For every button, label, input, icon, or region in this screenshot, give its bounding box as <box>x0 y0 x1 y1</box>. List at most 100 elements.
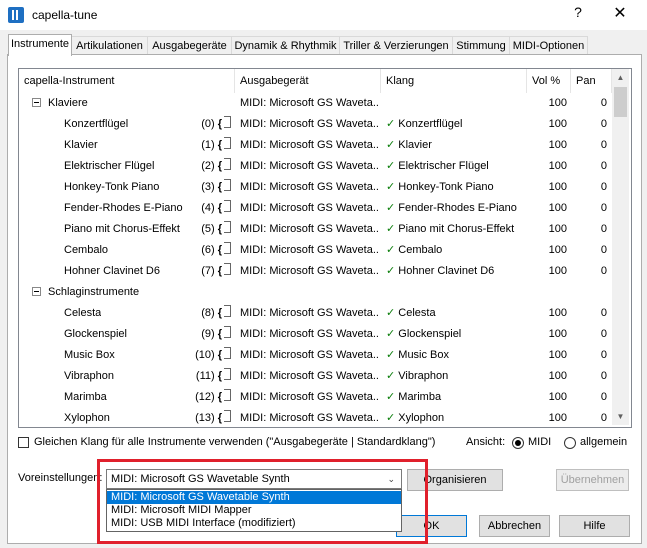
volume-value[interactable]: 100 <box>527 303 567 324</box>
cancel-button[interactable]: Abbrechen <box>479 515 550 537</box>
pan-value[interactable]: 0 <box>571 387 607 408</box>
volume-value[interactable]: 100 <box>527 261 567 282</box>
view-all-radio[interactable] <box>564 437 576 449</box>
scroll-thumb[interactable] <box>614 87 627 117</box>
instrument-list[interactable]: capella-Instrument Ausgabegerät Klang Vo… <box>18 68 632 428</box>
sound-name[interactable]: ✓ Konzertflügel <box>386 114 526 135</box>
pan-value[interactable]: 0 <box>571 345 607 366</box>
header-vol[interactable]: Vol % <box>527 69 571 93</box>
volume-value[interactable]: 100 <box>527 114 567 135</box>
sound-name[interactable]: ✓ Cembalo <box>386 240 526 261</box>
output-device[interactable]: MIDI: Microsoft GS Waveta... <box>240 408 380 427</box>
view-midi-radio[interactable] <box>512 437 524 449</box>
pan-value[interactable]: 0 <box>571 135 607 156</box>
same-sound-checkbox[interactable] <box>18 437 29 448</box>
instrument-row[interactable]: Music Box (10) {MIDI: Microsoft GS Waveta… <box>19 345 613 366</box>
pan-value[interactable]: 0 <box>571 198 607 219</box>
output-device[interactable]: MIDI: Microsoft GS Waveta... <box>240 93 380 114</box>
volume-value[interactable]: 100 <box>527 324 567 345</box>
output-device[interactable]: MIDI: Microsoft GS Waveta... <box>240 135 380 156</box>
volume-value[interactable]: 100 <box>527 408 567 427</box>
sound-name[interactable]: ✓ Elektrischer Flügel <box>386 156 526 177</box>
volume-value[interactable]: 100 <box>527 240 567 261</box>
header-device[interactable]: Ausgabegerät <box>235 69 381 93</box>
output-device[interactable]: MIDI: Microsoft GS Waveta... <box>240 261 380 282</box>
instrument-row[interactable]: Glockenspiel (9) {MIDI: Microsoft GS Wave… <box>19 324 613 345</box>
instrument-row[interactable]: Marimba (12) {MIDI: Microsoft GS Waveta..… <box>19 387 613 408</box>
tab-midi-optionen[interactable]: MIDI-Optionen <box>509 36 588 55</box>
volume-value[interactable]: 100 <box>527 135 567 156</box>
pan-value[interactable]: 0 <box>571 156 607 177</box>
tab-dynamik-rhythmik[interactable]: Dynamik & Rhythmik <box>231 36 340 55</box>
pan-value[interactable]: 0 <box>571 177 607 198</box>
vertical-scrollbar[interactable]: ▲ ▼ <box>612 69 629 425</box>
instrument-row[interactable]: Hohner Clavinet D6 (7) {MIDI: Microsoft G… <box>19 261 613 282</box>
collapse-toggle-icon[interactable] <box>32 98 41 107</box>
output-device[interactable]: MIDI: Microsoft GS Waveta... <box>240 366 380 387</box>
sound-name[interactable]: ✓ Celesta <box>386 303 526 324</box>
volume-value[interactable]: 100 <box>527 345 567 366</box>
output-device[interactable]: MIDI: Microsoft GS Waveta... <box>240 114 380 135</box>
pan-value[interactable]: 0 <box>571 408 607 427</box>
volume-value[interactable]: 100 <box>527 219 567 240</box>
pan-value[interactable]: 0 <box>571 219 607 240</box>
sound-name[interactable]: ✓ Honkey-Tonk Piano <box>386 177 526 198</box>
volume-value[interactable]: 100 <box>527 387 567 408</box>
output-device[interactable]: MIDI: Microsoft GS Waveta... <box>240 177 380 198</box>
tab-ausgabegeraete[interactable]: Ausgabegeräte <box>147 36 232 55</box>
sound-name[interactable]: ✓ Glockenspiel <box>386 324 526 345</box>
volume-value[interactable]: 100 <box>527 198 567 219</box>
instrument-row[interactable]: Elektrischer Flügel (2) {MIDI: Microsoft … <box>19 156 613 177</box>
output-device[interactable]: MIDI: Microsoft GS Waveta... <box>240 240 380 261</box>
sound-name[interactable]: ✓ Marimba <box>386 387 526 408</box>
scroll-up-icon[interactable]: ▲ <box>612 69 629 86</box>
header-pan[interactable]: Pan <box>571 69 612 93</box>
sound-name[interactable]: ✓ Music Box <box>386 345 526 366</box>
pan-value[interactable]: 0 <box>571 366 607 387</box>
pan-value[interactable]: 0 <box>571 261 607 282</box>
sound-name[interactable]: ✓ Vibraphon <box>386 366 526 387</box>
pan-value[interactable]: 0 <box>571 93 607 114</box>
tab-triller-verzierungen[interactable]: Triller & Verzierungen <box>339 36 453 55</box>
help-icon[interactable]: ? <box>568 4 588 26</box>
sound-name[interactable]: ✓ Klavier <box>386 135 526 156</box>
pan-value[interactable]: 0 <box>571 324 607 345</box>
pan-value[interactable]: 0 <box>571 240 607 261</box>
collapse-toggle-icon[interactable] <box>32 287 41 296</box>
volume-value[interactable]: 100 <box>527 156 567 177</box>
pan-value[interactable]: 0 <box>571 303 607 324</box>
instrument-row[interactable]: Xylophon (13) {MIDI: Microsoft GS Waveta.… <box>19 408 613 427</box>
group-row[interactable]: Klaviere MIDI: Microsoft GS Waveta... 100 0 <box>19 93 613 114</box>
instrument-row[interactable]: Vibraphon (11) {MIDI: Microsoft GS Waveta… <box>19 366 613 387</box>
output-device[interactable]: MIDI: Microsoft GS Waveta... <box>240 219 380 240</box>
sound-name[interactable]: ✓ Hohner Clavinet D6 <box>386 261 526 282</box>
close-icon[interactable]: ✕ <box>606 3 634 27</box>
output-device[interactable]: MIDI: Microsoft GS Waveta... <box>240 387 380 408</box>
output-device[interactable]: MIDI: Microsoft GS Waveta... <box>240 345 380 366</box>
instrument-row[interactable]: Cembalo (6) {MIDI: Microsoft GS Waveta...… <box>19 240 613 261</box>
group-row[interactable]: Schlaginstrumente <box>19 282 613 303</box>
volume-value[interactable]: 100 <box>527 366 567 387</box>
header-sound[interactable]: Klang <box>381 69 527 93</box>
tab-instrumente[interactable]: Instrumente <box>8 34 72 56</box>
sound-name[interactable]: ✓ Fender-Rhodes E-Piano <box>386 198 526 219</box>
output-device[interactable]: MIDI: Microsoft GS Waveta... <box>240 198 380 219</box>
instrument-row[interactable]: Piano mit Chorus-Effekt (5) {MIDI: Micros… <box>19 219 613 240</box>
apply-button[interactable]: Übernehmen <box>556 469 629 491</box>
pan-value[interactable]: 0 <box>571 114 607 135</box>
sound-name[interactable]: ✓ Piano mit Chorus-Effekt <box>386 219 526 240</box>
output-device[interactable]: MIDI: Microsoft GS Waveta... <box>240 303 380 324</box>
tab-stimmung[interactable]: Stimmung <box>452 36 510 55</box>
instrument-row[interactable]: Honkey-Tonk Piano (3) {MIDI: Microsoft GS… <box>19 177 613 198</box>
output-device[interactable]: MIDI: Microsoft GS Waveta... <box>240 324 380 345</box>
volume-value[interactable]: 100 <box>527 93 567 114</box>
header-instrument[interactable]: capella-Instrument <box>19 69 235 93</box>
volume-value[interactable]: 100 <box>527 177 567 198</box>
instrument-row[interactable]: Konzertflügel (0) {MIDI: Microsoft GS Wav… <box>19 114 613 135</box>
instrument-row[interactable]: Celesta (8) {MIDI: Microsoft GS Waveta...… <box>19 303 613 324</box>
instrument-row[interactable]: Klavier (1) {MIDI: Microsoft GS Waveta...… <box>19 135 613 156</box>
output-device[interactable]: MIDI: Microsoft GS Waveta... <box>240 156 380 177</box>
sound-name[interactable]: ✓ Xylophon <box>386 408 526 427</box>
instrument-row[interactable]: Fender-Rhodes E-Piano (4) {MIDI: Microsof… <box>19 198 613 219</box>
scroll-down-icon[interactable]: ▼ <box>612 408 629 425</box>
